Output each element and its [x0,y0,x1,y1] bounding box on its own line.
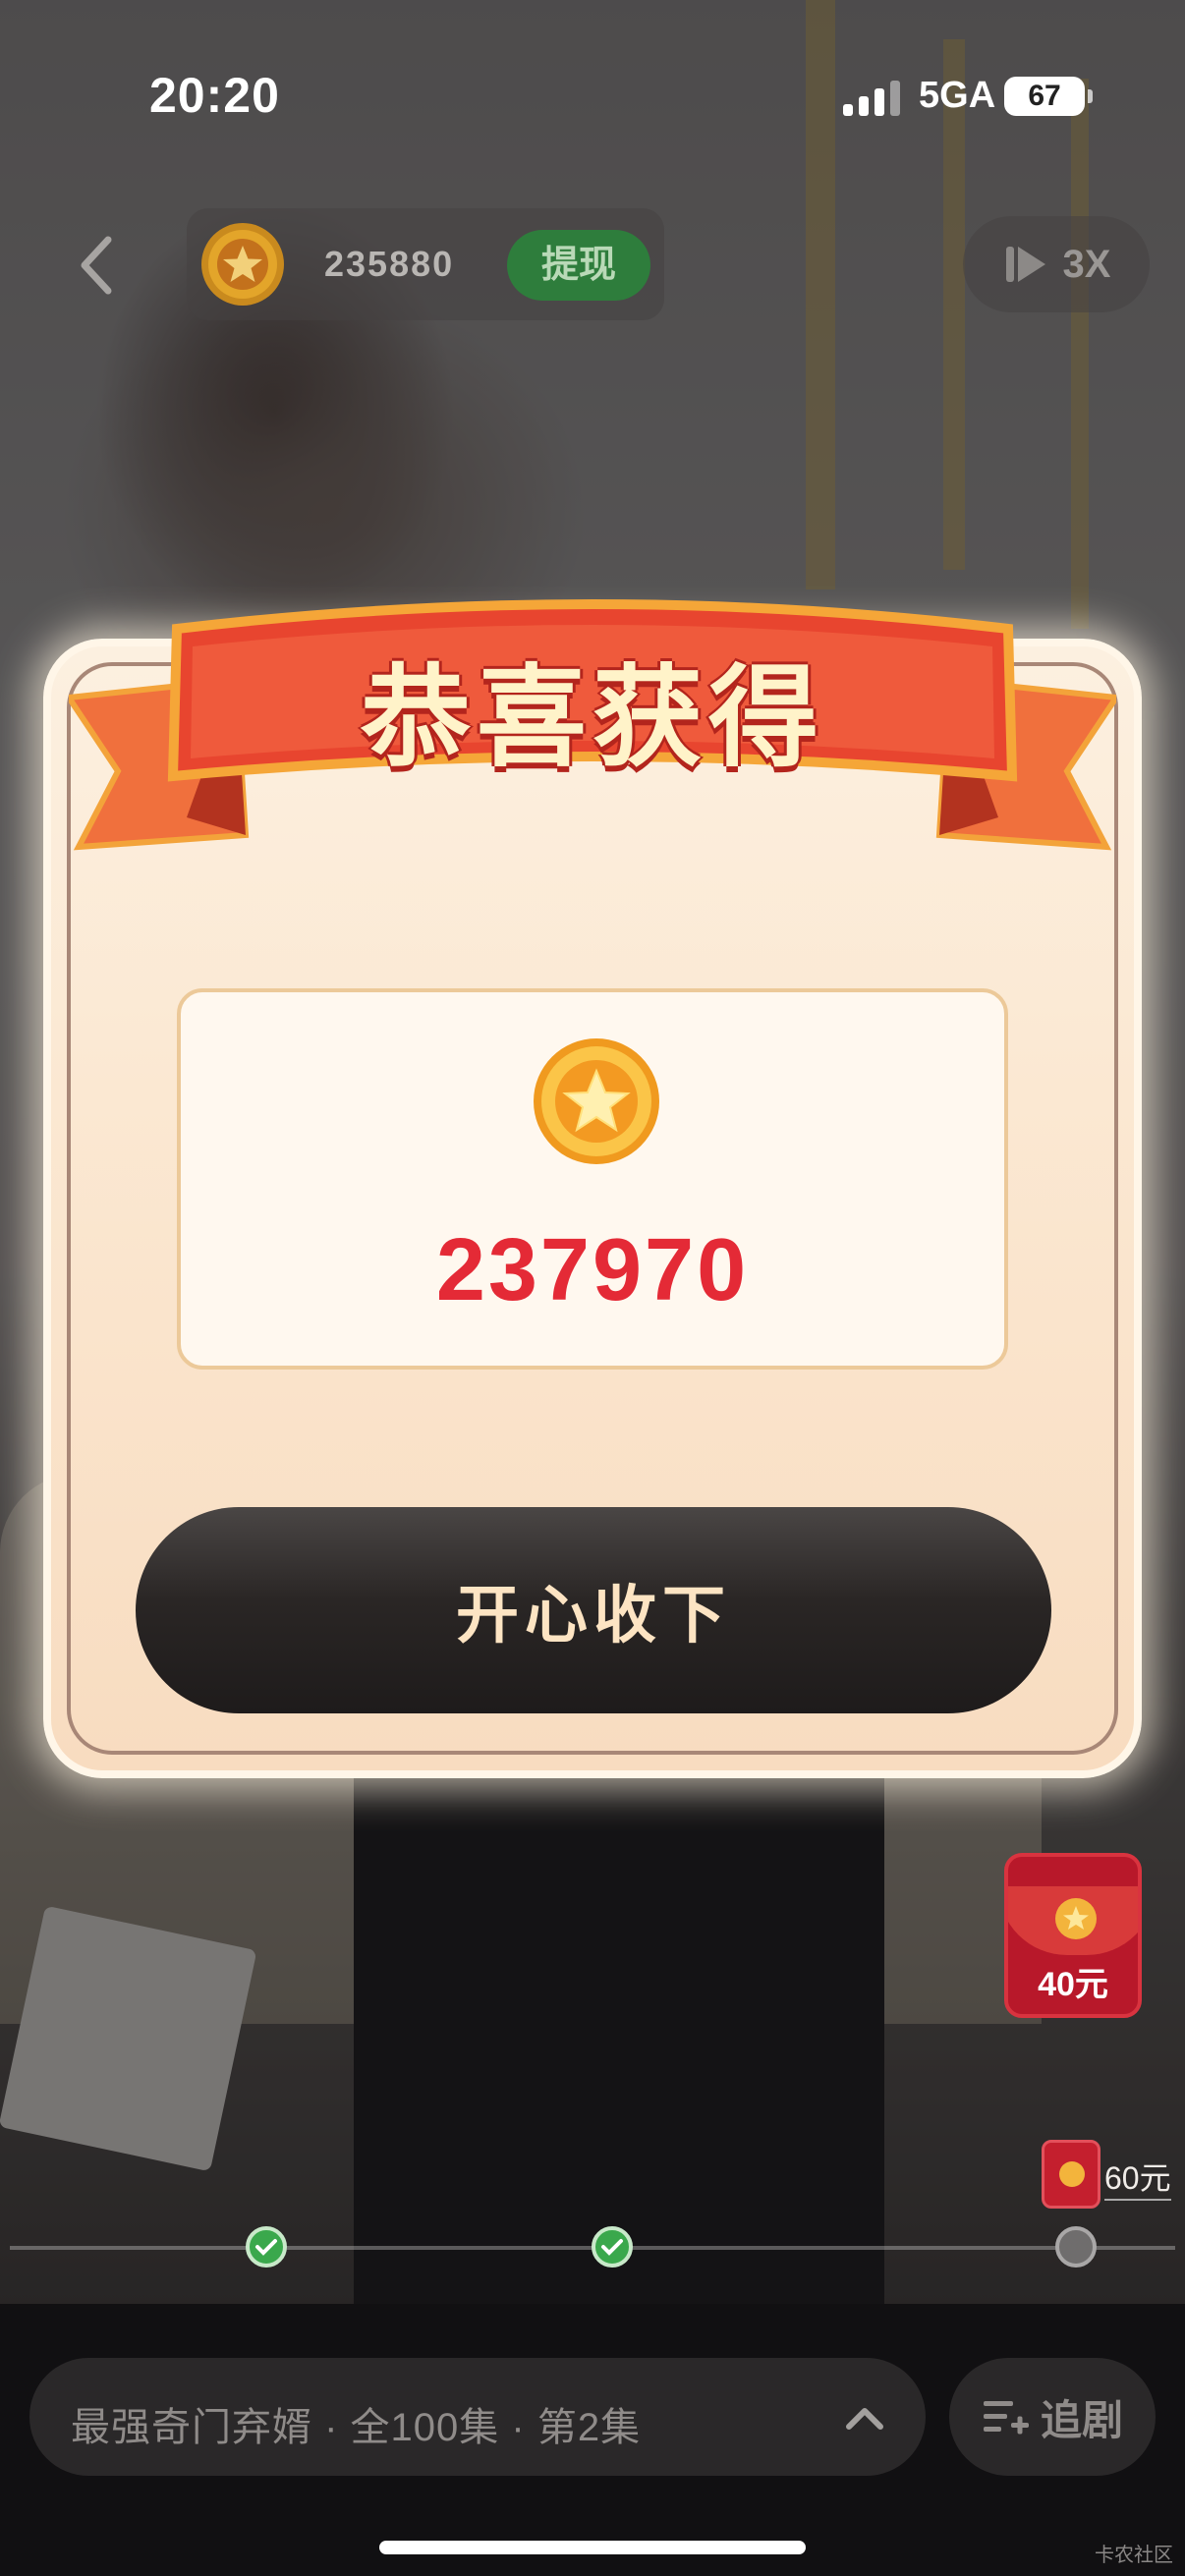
battery-icon: 67 [1004,77,1093,116]
back-button[interactable] [67,228,126,303]
chevron-left-icon [81,236,112,295]
red-packet-reward[interactable]: 40元 [1004,1853,1142,2018]
progress-node-2 [592,2226,633,2268]
accept-reward-button[interactable]: 开心收下 [136,1507,1051,1713]
home-indicator[interactable] [379,2541,806,2554]
status-time: 20:20 [149,68,280,123]
progress-node-1 [246,2226,287,2268]
coin-icon [201,223,284,306]
coin-balance: 235880 [324,244,455,284]
series-selector[interactable]: 最强奇门弃婿 · 全100集 · 第2集 [29,2358,926,2476]
small-red-packet[interactable] [1042,2140,1100,2209]
chevron-up-icon [846,2408,883,2430]
coin-icon [534,1038,659,1164]
coin-icon [1059,2161,1085,2187]
reward-amount: 237970 [435,1221,750,1319]
withdraw-button[interactable]: 提现 [507,230,650,301]
playback-speed-label: 3X [1062,242,1111,286]
dialog-title: 恭喜获得 [361,654,824,782]
red-packet-label: 40元 [1038,1966,1108,2003]
reward-card: 237970 [177,988,1008,1370]
status-bar: 20:20 5GA 67 [0,0,1185,187]
watermark: 卡农社区 [1095,2545,1173,2566]
small-packet-label: 60元 [1104,2154,1171,2201]
coin-balance-pill[interactable]: 235880 提现 [187,208,664,320]
progress-node-3 [1055,2226,1097,2268]
coin-icon [1055,1898,1097,1939]
follow-series-button[interactable]: 追剧 [949,2358,1156,2476]
series-title: 最强奇门弃婿 · 全100集 · 第2集 [71,2406,642,2449]
playlist-add-icon [983,2401,1029,2435]
play-icon [1005,247,1045,282]
check-icon [255,2239,277,2256]
follow-label: 追剧 [1040,2396,1123,2443]
check-icon [601,2239,623,2256]
network-label: 5GA [919,75,996,116]
signal-icon [843,81,900,116]
playback-speed-button[interactable]: 3X [963,216,1150,312]
